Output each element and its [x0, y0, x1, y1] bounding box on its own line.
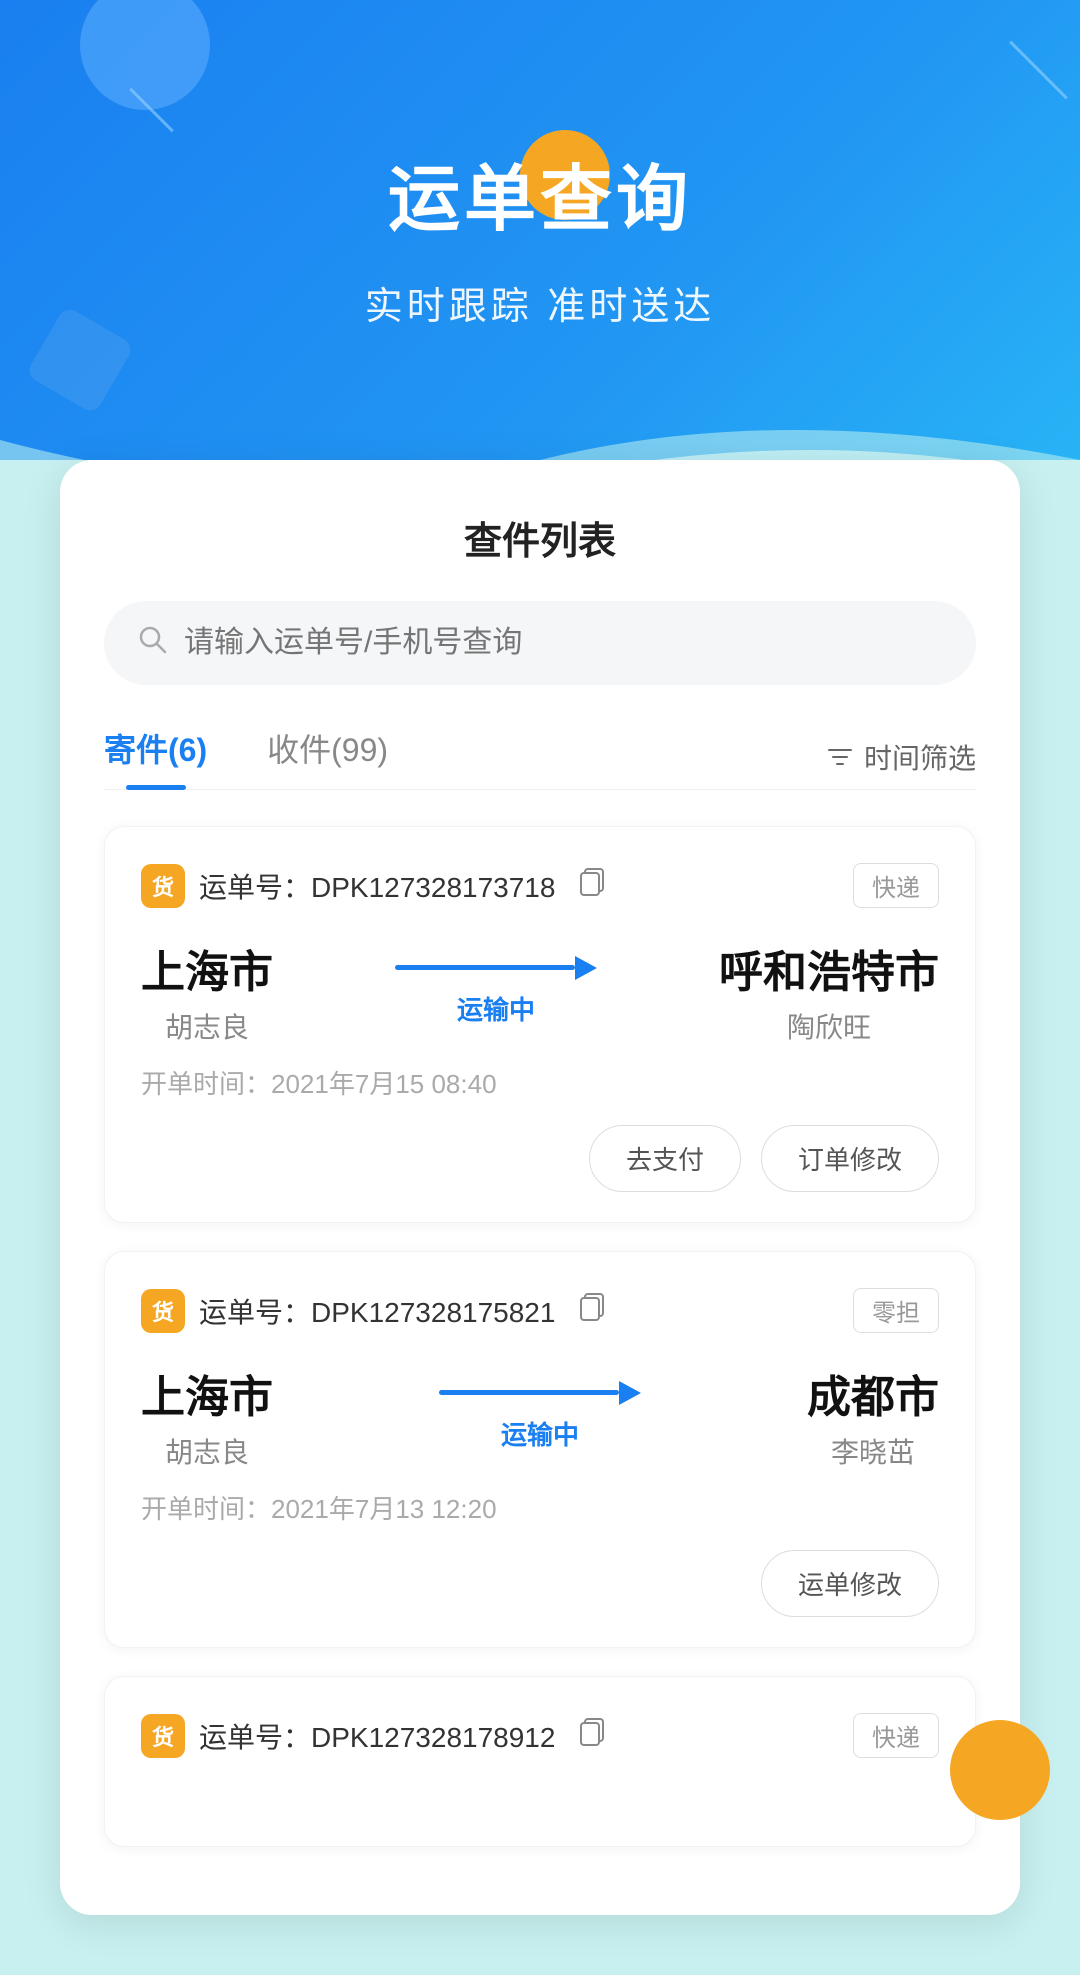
order-header-1: 货 运单号：DPK127328173718 快递 — [141, 863, 939, 908]
from-city-2: 上海市 胡志良 — [141, 1361, 273, 1471]
filter-button[interactable]: 时间筛选 — [826, 737, 976, 777]
sub-title: 实时跟踪 准时送达 — [0, 275, 1080, 330]
order-header-left-1: 货 运单号：DPK127328173718 — [141, 864, 607, 908]
arrow-line-2 — [439, 1381, 641, 1405]
card-title: 查件列表 — [104, 510, 976, 565]
order-tag-3: 快递 — [853, 1713, 939, 1758]
order-tag-2: 零担 — [853, 1288, 939, 1333]
route-section-2: 上海市 胡志良 运输中 成都市 李晓茁 — [141, 1361, 939, 1471]
filter-icon — [826, 743, 854, 771]
search-input[interactable] — [184, 626, 944, 660]
tab-receive[interactable]: 收件(99) — [267, 725, 388, 789]
transport-status-1: 运输中 — [457, 990, 535, 1027]
order-icon-text-1: 货 — [152, 870, 174, 902]
order-header-left-2: 货 运单号：DPK127328175821 — [141, 1289, 607, 1333]
arrow-head-1 — [575, 956, 597, 980]
order-header-3: 货 运单号：DPK127328178912 快递 — [141, 1713, 939, 1758]
order-icon-1: 货 — [141, 864, 185, 908]
filter-label: 时间筛选 — [864, 737, 976, 777]
header-content: 运单查询 实时跟踪 准时送达 — [0, 0, 1080, 330]
action-buttons-2: 运单修改 — [141, 1550, 939, 1617]
route-section-1: 上海市 胡志良 运输中 呼和浩特市 陶欣旺 — [141, 936, 939, 1046]
order-icon-text-3: 货 — [152, 1720, 174, 1752]
order-time-1: 开单时间：2021年7月15 08:40 — [141, 1064, 939, 1101]
tab-send[interactable]: 寄件(6) — [104, 725, 207, 789]
search-bar[interactable] — [104, 601, 976, 685]
order-icon-3: 货 — [141, 1714, 185, 1758]
order-header-2: 货 运单号：DPK127328175821 零担 — [141, 1288, 939, 1333]
order-number-3: 运单号：DPK127328178912 — [199, 1716, 555, 1756]
from-city-1: 上海市 胡志良 — [141, 936, 273, 1046]
main-card: 查件列表 寄件(6) 收件(99) — [60, 460, 1020, 1915]
order-tag-1: 快递 — [853, 863, 939, 908]
modify-button-2[interactable]: 运单修改 — [761, 1550, 939, 1617]
route-arrow-2: 运输中 — [439, 1381, 641, 1452]
arrow-head-2 — [619, 1381, 641, 1405]
route-arrow-1: 运输中 — [395, 956, 597, 1027]
search-icon — [136, 623, 168, 663]
main-title: 运单查询 — [0, 140, 1080, 245]
transport-status-2: 运输中 — [501, 1415, 579, 1452]
order-number-2: 运单号：DPK127328175821 — [199, 1291, 555, 1331]
to-city-1: 呼和浩特市 陶欣旺 — [719, 936, 939, 1046]
order-time-2: 开单时间：2021年7月13 12:20 — [141, 1489, 939, 1526]
arrow-bar-1 — [395, 965, 575, 970]
copy-icon-3[interactable] — [577, 1717, 607, 1754]
arrow-bar-2 — [439, 1390, 619, 1395]
order-card-3: 货 运单号：DPK127328178912 快递 — [104, 1676, 976, 1847]
header-background: 运单查询 实时跟踪 准时送达 — [0, 0, 1080, 520]
tabs-container: 寄件(6) 收件(99) 时间筛选 — [104, 725, 976, 790]
pay-button-1[interactable]: 去支付 — [589, 1125, 741, 1192]
to-city-2: 成都市 李晓茁 — [807, 1361, 939, 1471]
arrow-line-1 — [395, 956, 597, 980]
deco-circle-yellow-br — [950, 1720, 1050, 1820]
order-header-left-3: 货 运单号：DPK127328178912 — [141, 1714, 607, 1758]
copy-icon-2[interactable] — [577, 1292, 607, 1329]
order-number-1: 运单号：DPK127328173718 — [199, 866, 555, 906]
action-buttons-1: 去支付 订单修改 — [141, 1125, 939, 1192]
modify-button-1[interactable]: 订单修改 — [761, 1125, 939, 1192]
copy-icon-1[interactable] — [577, 867, 607, 904]
order-icon-2: 货 — [141, 1289, 185, 1333]
order-card-1: 货 运单号：DPK127328173718 快递 — [104, 826, 976, 1223]
order-card-2: 货 运单号：DPK127328175821 零担 — [104, 1251, 976, 1648]
order-icon-text-2: 货 — [152, 1295, 174, 1327]
